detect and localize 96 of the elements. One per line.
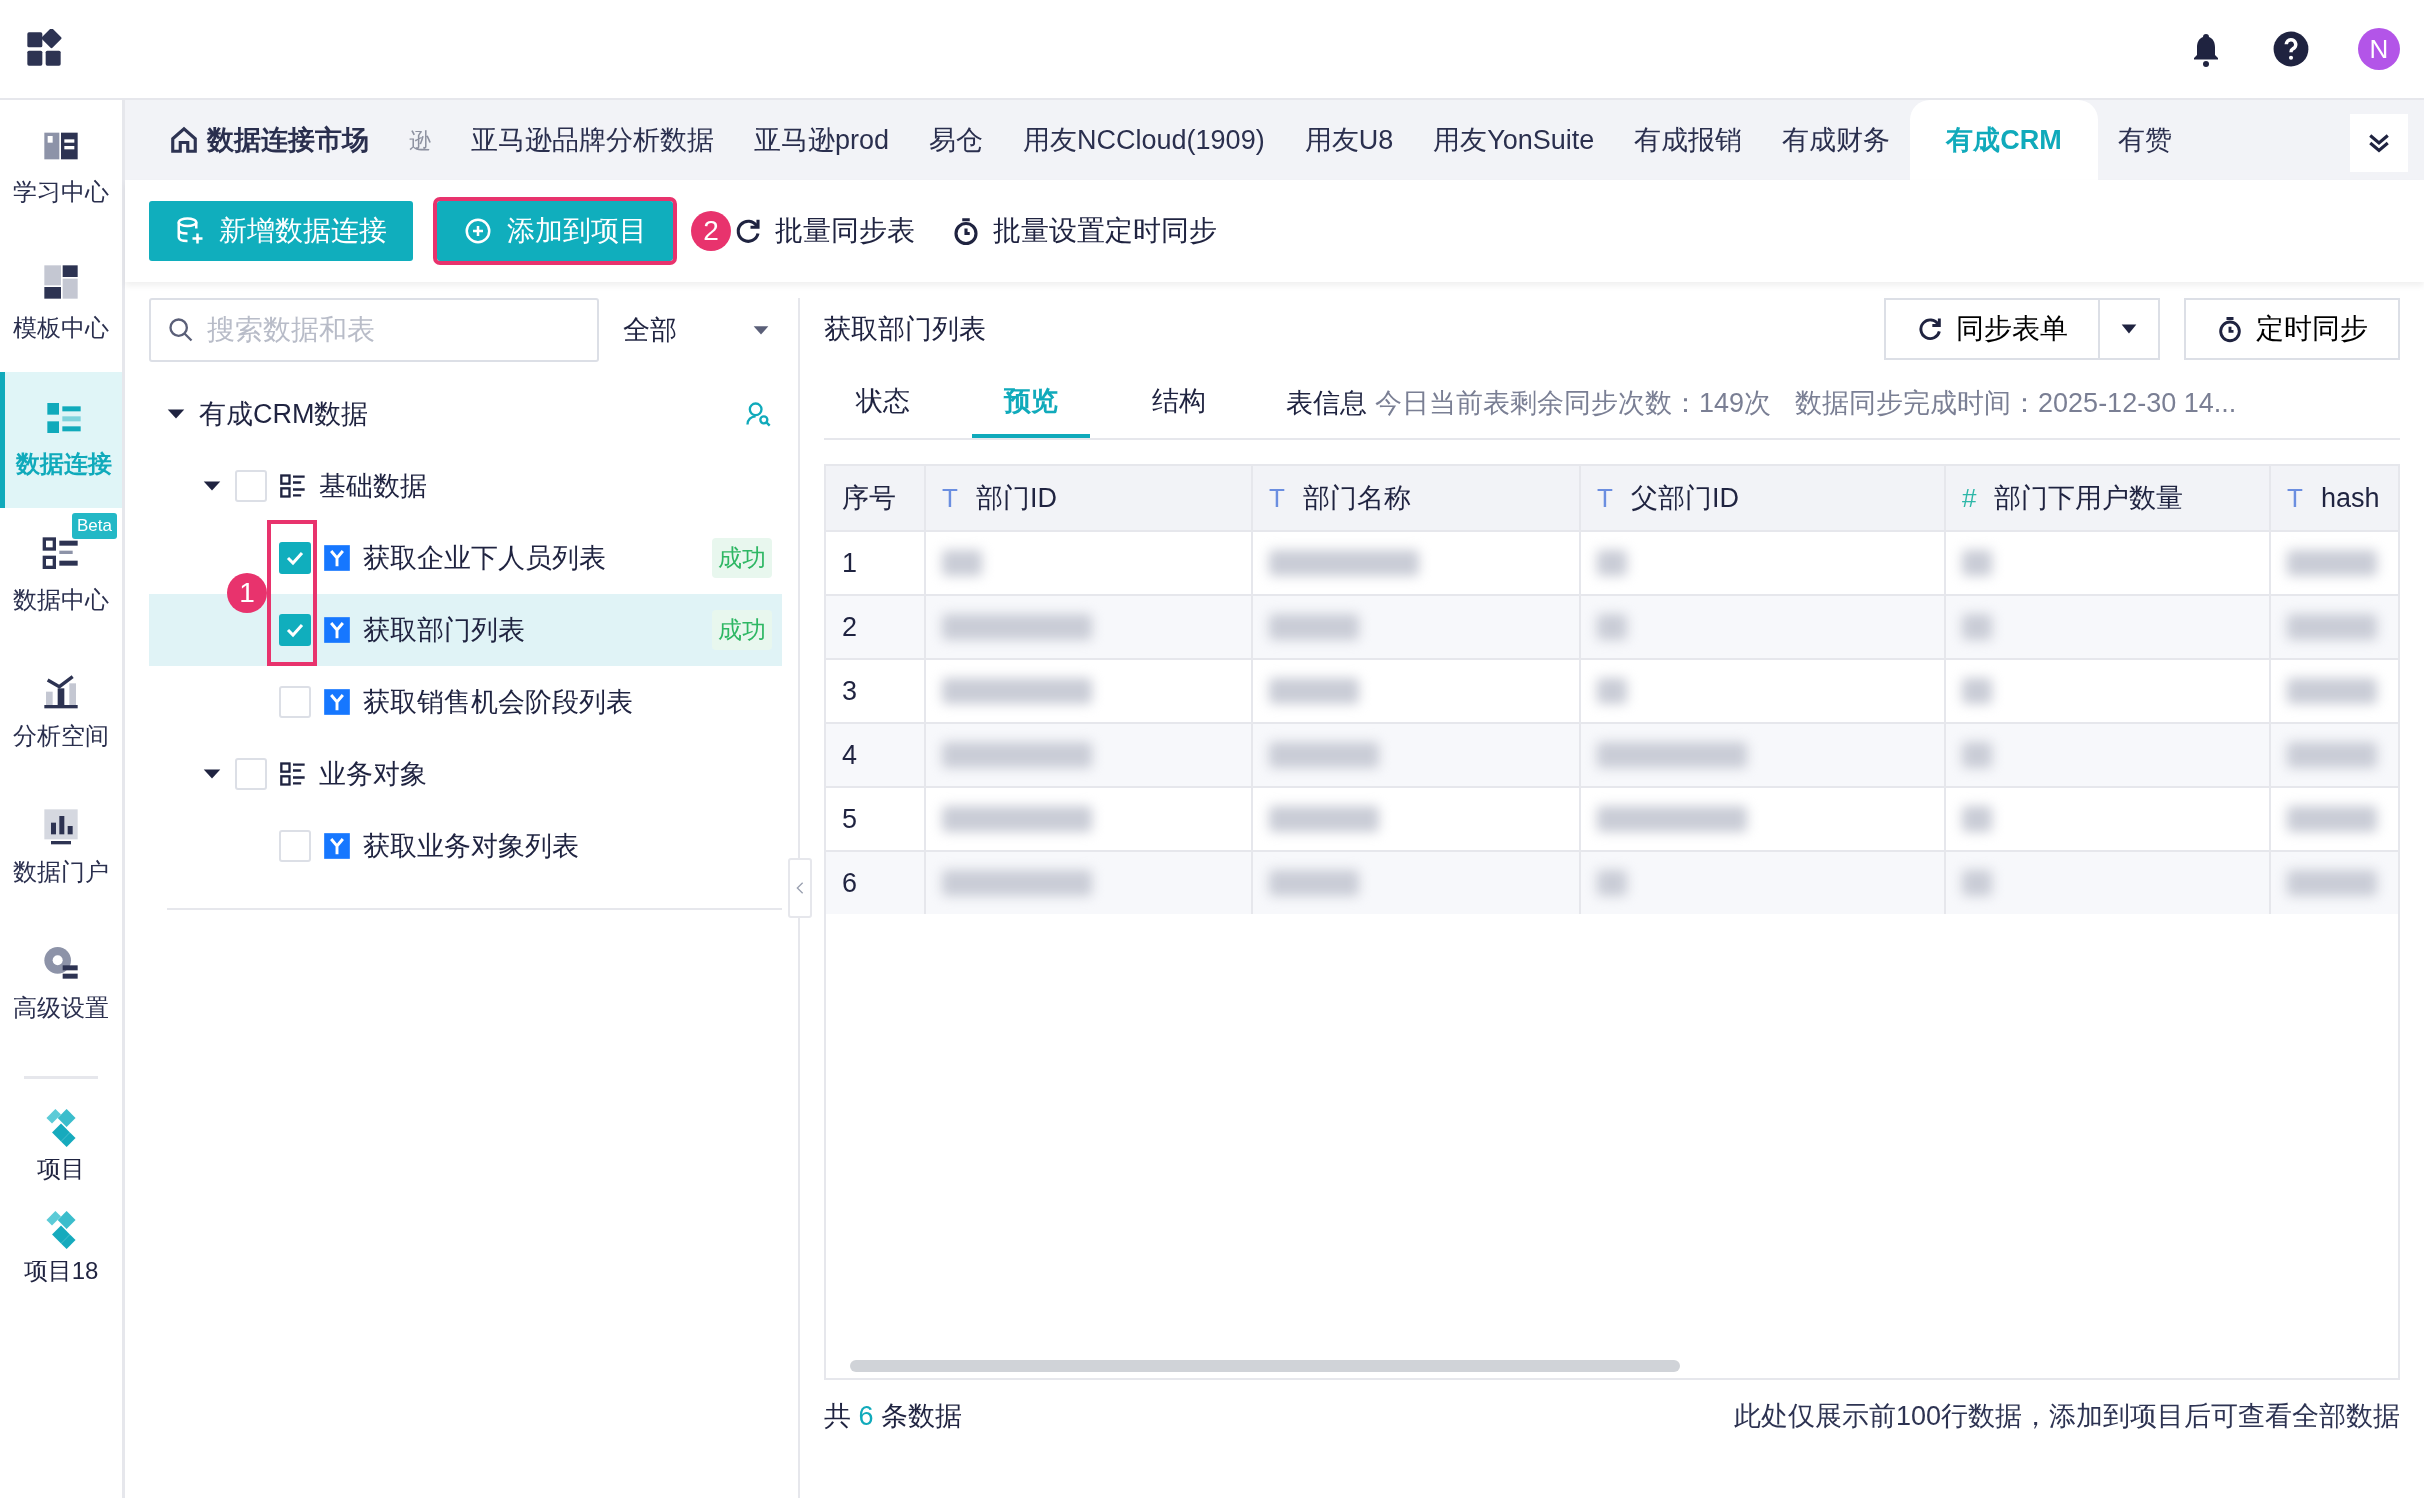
tab[interactable]: 亚马逊品牌分析数据 — [451, 100, 734, 180]
y-logo-icon — [323, 832, 351, 860]
tab[interactable]: 易仓 — [909, 100, 1004, 180]
number-type-icon: # — [1962, 478, 1977, 518]
column-header: T 父部门ID — [1581, 466, 1946, 530]
y-logo-icon — [323, 688, 351, 716]
column-header: T hash — [2271, 466, 2398, 530]
project-item[interactable]: 项目 — [0, 1109, 122, 1187]
row-number: 4 — [826, 722, 926, 786]
tab[interactable]: 用友NCCloud(1909) — [1003, 100, 1285, 180]
redacted-value — [1597, 550, 1627, 576]
sidebar-item[interactable]: 分析空间 — [0, 644, 122, 780]
redacted-value — [1597, 678, 1627, 704]
panel-title: 获取部门列表 — [824, 312, 986, 346]
stopwatch-icon — [2216, 315, 2244, 343]
row-number: 2 — [826, 594, 926, 658]
tree-item[interactable]: 业务对象 — [149, 738, 782, 810]
tree-item[interactable]: 获取企业下人员列表 成功 — [279, 522, 782, 594]
row-number: 3 — [826, 658, 926, 722]
help-icon — [2272, 30, 2310, 68]
sidebar-item[interactable]: Beta 数据中心 — [0, 508, 122, 644]
row-number: 1 — [826, 530, 926, 594]
text-type-icon: T — [2287, 478, 2303, 518]
search-field[interactable]: 搜索数据和表 — [149, 298, 599, 362]
status-tag: 成功 — [712, 538, 772, 578]
database-icon — [175, 216, 205, 246]
info-label: 表信息 — [1286, 386, 1367, 420]
redacted-value — [942, 550, 982, 576]
row-count: 共 6 条数据 — [824, 1400, 963, 1433]
tree-item[interactable]: 获取业务对象列表 — [279, 810, 782, 882]
stopwatch-icon — [951, 216, 981, 246]
redacted-value — [1597, 870, 1627, 896]
tab[interactable]: 结构 — [1120, 368, 1238, 438]
tab[interactable]: 用友U8 — [1284, 100, 1414, 180]
project-item[interactable]: 项目18 — [0, 1211, 122, 1289]
filter-dropdown[interactable]: 全部 — [599, 309, 782, 351]
y-logo-icon — [323, 544, 351, 572]
column-header: # 部门下用户数量 — [1946, 466, 2271, 530]
checkbox[interactable] — [279, 542, 311, 574]
tab[interactable]: 用友YonSuite — [1413, 100, 1615, 180]
layout-icon — [41, 262, 81, 302]
toolbar-button[interactable]: 批量设置定时同步 — [945, 209, 1223, 253]
text-type-icon: T — [1269, 478, 1285, 518]
tab[interactable]: 有赞 — [2097, 100, 2192, 180]
tab[interactable]: 有成财务 — [1762, 100, 1911, 180]
column-header: 序号 — [826, 466, 926, 530]
expand-button[interactable] — [2350, 114, 2408, 172]
tree-item[interactable]: 获取销售机会阶段列表 — [279, 666, 782, 738]
tree-item[interactable]: 基础数据 — [149, 450, 782, 522]
plus-circle-icon — [463, 216, 493, 246]
info-text: 今日当前表剩余同步次数：149次 — [1375, 386, 1772, 420]
sidebar-item[interactable]: 学习中心 — [0, 100, 122, 236]
sync-time: 数据同步完成时间：2025-12-30 14... — [1795, 386, 2237, 420]
collapse-handle[interactable] — [788, 858, 812, 918]
checkbox[interactable] — [279, 614, 311, 646]
home-tab[interactable]: 数据连接市场 — [149, 100, 389, 180]
redacted-value — [1962, 870, 1992, 896]
row-number: 5 — [826, 786, 926, 850]
column-header: T 部门名称 — [1253, 466, 1581, 530]
timer-button[interactable]: 定时同步 — [2184, 298, 2400, 360]
callout-marker: 2 — [691, 211, 731, 251]
footer-note: 此处仅展示前100行数据，添加到项目后可查看全部数据 — [1733, 1400, 2400, 1433]
tree-item[interactable]: 获取部门列表 成功 — [279, 594, 782, 666]
row-number: 6 — [826, 850, 926, 914]
home-icon — [169, 125, 199, 155]
dropdown-button[interactable] — [2100, 298, 2160, 360]
redacted-value — [1962, 742, 1992, 768]
column-header: T 部门ID — [926, 466, 1253, 530]
apps-icon — [24, 29, 64, 69]
y-logo-icon — [323, 616, 351, 644]
text-type-icon: T — [1597, 478, 1613, 518]
sidebar-item[interactable]: 高级设置 — [0, 916, 122, 1052]
grid-list-icon — [279, 760, 307, 788]
refresh-icon — [1916, 315, 1944, 343]
search-icon — [167, 316, 195, 344]
bar-chart-icon — [41, 806, 81, 846]
callout-marker: 1 — [227, 573, 267, 613]
sidebar-item[interactable]: 模板中心 — [0, 236, 122, 372]
status-tag: 成功 — [712, 610, 772, 650]
tab[interactable]: 状态 — [824, 368, 942, 438]
sidebar-item[interactable]: 数据门户 — [0, 780, 122, 916]
beta-badge: Beta — [72, 513, 117, 539]
user-key-icon — [744, 400, 772, 428]
tree-item[interactable]: 有成CRM数据 — [149, 378, 782, 450]
redacted-value — [1962, 550, 1992, 576]
tab[interactable]: 亚马逊prod — [734, 100, 910, 180]
text-type-icon: T — [942, 478, 958, 518]
redacted-value — [1597, 614, 1627, 640]
grid-list-icon — [279, 472, 307, 500]
avatar[interactable]: N — [2358, 28, 2400, 70]
scrollbar[interactable] — [850, 1360, 1680, 1372]
redacted-value — [1962, 614, 1992, 640]
tab[interactable]: 有成报销 — [1614, 100, 1763, 180]
redacted-value — [1962, 678, 1992, 704]
sync-button[interactable]: 同步表单 — [1884, 298, 2100, 360]
redacted-value — [1962, 806, 1992, 832]
